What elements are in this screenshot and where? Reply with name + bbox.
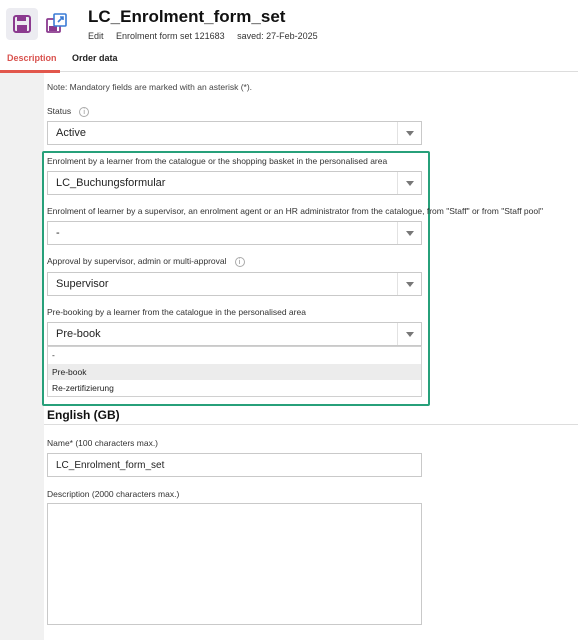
tab-order-data[interactable]: Order data (72, 53, 118, 63)
enrol-catalogue-dropdown-toggle[interactable] (397, 172, 421, 194)
enrol-supervisor-value: - (56, 227, 60, 239)
dropdown-option[interactable]: Re-zertifizierung (48, 380, 421, 396)
info-icon[interactable]: i (234, 256, 245, 267)
enrol-catalogue-select[interactable]: LC_Buchungsformular (47, 171, 422, 195)
mandatory-note: Note: Mandatory fields are marked with a… (47, 82, 253, 92)
status-value: Active (56, 127, 86, 139)
approval-select[interactable]: Supervisor (47, 272, 422, 296)
status-label: Status (47, 106, 72, 116)
enrol-supervisor-label: Enrolment of learner by a supervisor, an… (47, 206, 544, 216)
prebooking-select[interactable]: Pre-book (47, 322, 422, 346)
approval-value: Supervisor (56, 278, 109, 290)
status-dropdown-toggle[interactable] (397, 122, 421, 144)
mode-label: Edit (88, 31, 104, 41)
dropdown-option-selected[interactable]: Pre-book (48, 364, 421, 380)
name-value: LC_Enrolment_form_set (56, 460, 165, 471)
enrol-catalogue-value: LC_Buchungsformular (56, 177, 166, 189)
chevron-down-icon (406, 231, 414, 236)
header: LC_Enrolment_form_set Edit Enrolment for… (0, 0, 578, 48)
save-button[interactable] (6, 8, 38, 40)
description-label: Description (2000 characters max.) (47, 489, 180, 499)
status-select[interactable]: Active (47, 121, 422, 145)
info-icon[interactable]: i (79, 106, 90, 117)
prebooking-dropdown-toggle[interactable] (397, 323, 421, 345)
enrol-supervisor-select[interactable]: - (47, 221, 422, 245)
saved-label: saved: 27-Feb-2025 (237, 31, 318, 41)
tab-bar: Description Order data (0, 50, 578, 72)
enrolment-form-set-editor: LC_Enrolment_form_set Edit Enrolment for… (0, 0, 578, 640)
prebooking-options-list: - Pre-book Re-zertifizierung (47, 346, 422, 397)
save-icon (13, 15, 31, 33)
prebooking-value: Pre-book (56, 328, 101, 340)
dropdown-option[interactable]: - (48, 347, 421, 363)
record-meta: Edit Enrolment form set 121683 saved: 27… (88, 31, 328, 41)
status-label-row: Status i (47, 106, 90, 117)
chevron-down-icon (406, 181, 414, 186)
chevron-down-icon (406, 332, 414, 337)
record-label: Enrolment form set 121683 (116, 31, 225, 41)
description-textarea[interactable] (47, 503, 422, 625)
name-label: Name* (100 characters max.) (47, 438, 159, 448)
export-icon (46, 13, 67, 33)
approval-label-row: Approval by supervisor, admin or multi-a… (47, 256, 245, 267)
chevron-down-icon (406, 282, 414, 287)
divider (44, 424, 578, 425)
left-gutter (0, 73, 44, 640)
enrol-supervisor-dropdown-toggle[interactable] (397, 222, 421, 244)
chevron-down-icon (406, 131, 414, 136)
approval-dropdown-toggle[interactable] (397, 273, 421, 295)
enrol-catalogue-label: Enrolment by a learner from the catalogu… (47, 156, 388, 166)
name-input[interactable]: LC_Enrolment_form_set (47, 453, 422, 477)
tab-description[interactable]: Description (7, 53, 57, 63)
language-section-title: English (GB) (47, 408, 120, 422)
prebooking-label: Pre-booking by a learner from the catalo… (47, 307, 306, 317)
export-button[interactable] (40, 8, 72, 40)
page-title: LC_Enrolment_form_set (88, 7, 286, 26)
approval-label: Approval by supervisor, admin or multi-a… (47, 256, 227, 266)
